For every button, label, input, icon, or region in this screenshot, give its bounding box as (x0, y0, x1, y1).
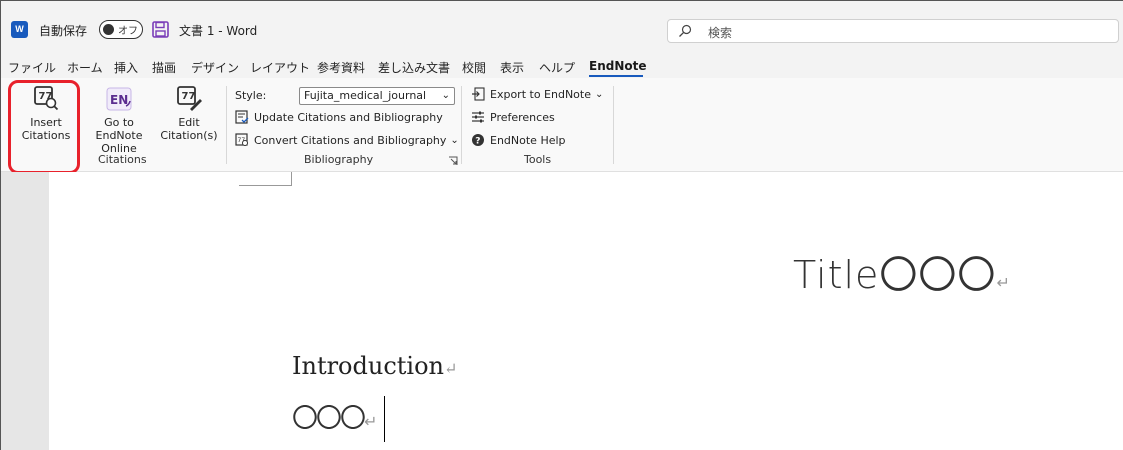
dialog-launcher-icon[interactable] (448, 156, 458, 166)
style-value: Fujita_medical_journal (304, 89, 427, 102)
ribbon-divider (461, 86, 462, 164)
edit-citations-button[interactable]: 77 Edit Citation(s) (159, 84, 219, 142)
document-title: 文書 1 - Word (179, 24, 258, 38)
edit-citations-label-1: Edit (178, 116, 200, 129)
export-icon (472, 87, 485, 101)
style-dropdown[interactable]: Fujita_medical_journal ⌄ (299, 87, 455, 105)
left-gutter (1, 172, 49, 450)
convert-citations-label: Convert Citations and Bibliography (254, 133, 447, 147)
highlight-box (8, 80, 80, 174)
toggle-knob (103, 24, 114, 35)
preferences-icon (472, 111, 484, 123)
tab-draw[interactable]: 描画 (152, 59, 176, 76)
preferences-label: Preferences (490, 110, 555, 124)
tab-layout[interactable]: レイアウト (250, 59, 310, 76)
export-to-endnote-label: Export to EndNote (490, 87, 591, 101)
go-to-endnote-label-1: Go to EndNote (95, 116, 143, 142)
introduction-text: Introduction (292, 352, 444, 380)
export-to-endnote-button[interactable]: Export to EndNote ⌄ (471, 87, 603, 101)
body-paragraph[interactable]: 〇〇〇↵ (292, 398, 377, 435)
update-citations-button[interactable]: Update Citations and Bibliography (235, 110, 443, 124)
margin-corner-mark (239, 172, 292, 186)
tab-help[interactable]: ヘルプ (539, 59, 575, 76)
ribbon-panel: 77 Insert Citations EN Go to EndNote Onl… (1, 78, 1123, 172)
tab-review[interactable]: 校閲 (462, 59, 486, 76)
tab-file[interactable]: ファイル (8, 59, 56, 76)
svg-text:77: 77 (182, 91, 196, 102)
body-text: 〇〇〇 (292, 404, 366, 434)
document-heading-title[interactable]: Title〇〇〇↵ (793, 244, 1011, 299)
svg-text:?: ? (475, 137, 480, 147)
style-label: Style: (235, 89, 267, 102)
edit-citation-icon: 77 (177, 86, 202, 111)
paragraph-mark: ↵ (364, 412, 377, 431)
svg-text:EN: EN (110, 93, 128, 107)
text-cursor (384, 396, 385, 442)
document-canvas[interactable]: Title〇〇〇↵ Introduction↵ 〇〇〇↵ (1, 172, 1123, 450)
update-citations-label: Update Citations and Bibliography (254, 110, 443, 124)
tools-group-label: Tools (524, 153, 552, 166)
endnote-help-label: EndNote Help (490, 133, 566, 147)
introduction-heading[interactable]: Introduction↵ (292, 352, 457, 380)
search-icon (679, 24, 692, 37)
tab-home[interactable]: ホーム (67, 59, 103, 76)
ribbon-tabs: ファイル ホーム 挿入 描画 デザイン レイアウト 参考資料 差し込み文書 校閲… (1, 54, 1123, 78)
save-icon[interactable] (152, 21, 169, 38)
bibliography-group-label: Bibliography (304, 153, 374, 166)
endnote-help-button[interactable]: ? EndNote Help (471, 133, 566, 147)
preferences-button[interactable]: Preferences (471, 110, 555, 124)
update-citations-icon (235, 110, 249, 124)
citations-group-label: Citations (98, 153, 147, 166)
paragraph-mark: ↵ (444, 359, 458, 378)
search-input[interactable]: 検索 (667, 19, 1119, 43)
autosave-label: 自動保存 (39, 24, 88, 38)
tab-endnote[interactable]: EndNote (589, 59, 647, 73)
help-icon: ? (472, 134, 484, 147)
chevron-down-icon: ⌄ (595, 88, 604, 100)
ribbon-divider (226, 86, 227, 164)
tab-insert[interactable]: 挿入 (114, 59, 138, 76)
ribbon-divider (613, 86, 614, 164)
search-placeholder: 検索 (708, 26, 733, 40)
paragraph-mark: ↵ (996, 273, 1011, 292)
title-bar: W 自動保存 オフ 文書 1 - Word 検索 (1, 1, 1123, 54)
tab-references[interactable]: 参考資料 (317, 59, 365, 76)
chevron-down-icon: ⌄ (441, 90, 450, 101)
endnote-online-icon: EN (106, 87, 132, 111)
tab-view[interactable]: 表示 (500, 59, 524, 76)
autosave-toggle[interactable]: オフ (99, 20, 143, 39)
edit-citations-label-2: Citation(s) (160, 129, 218, 142)
autosave-state: オフ (118, 26, 138, 37)
convert-citations-icon: 77 (235, 133, 248, 146)
active-tab-indicator (589, 75, 643, 77)
convert-citations-button[interactable]: 77 Convert Citations and Bibliography ⌄ (235, 133, 459, 147)
word-window: W 自動保存 オフ 文書 1 - Word 検索 ファイル ホーム 挿入 描画 … (0, 0, 1123, 450)
tab-mailings[interactable]: 差し込み文書 (378, 59, 450, 76)
tab-design[interactable]: デザイン (191, 59, 239, 76)
chevron-down-icon: ⌄ (450, 134, 459, 146)
title-text: Title〇〇〇 (793, 253, 997, 297)
word-app-icon[interactable]: W (11, 21, 28, 38)
go-to-endnote-online-button[interactable]: EN Go to EndNote Online (81, 84, 157, 155)
